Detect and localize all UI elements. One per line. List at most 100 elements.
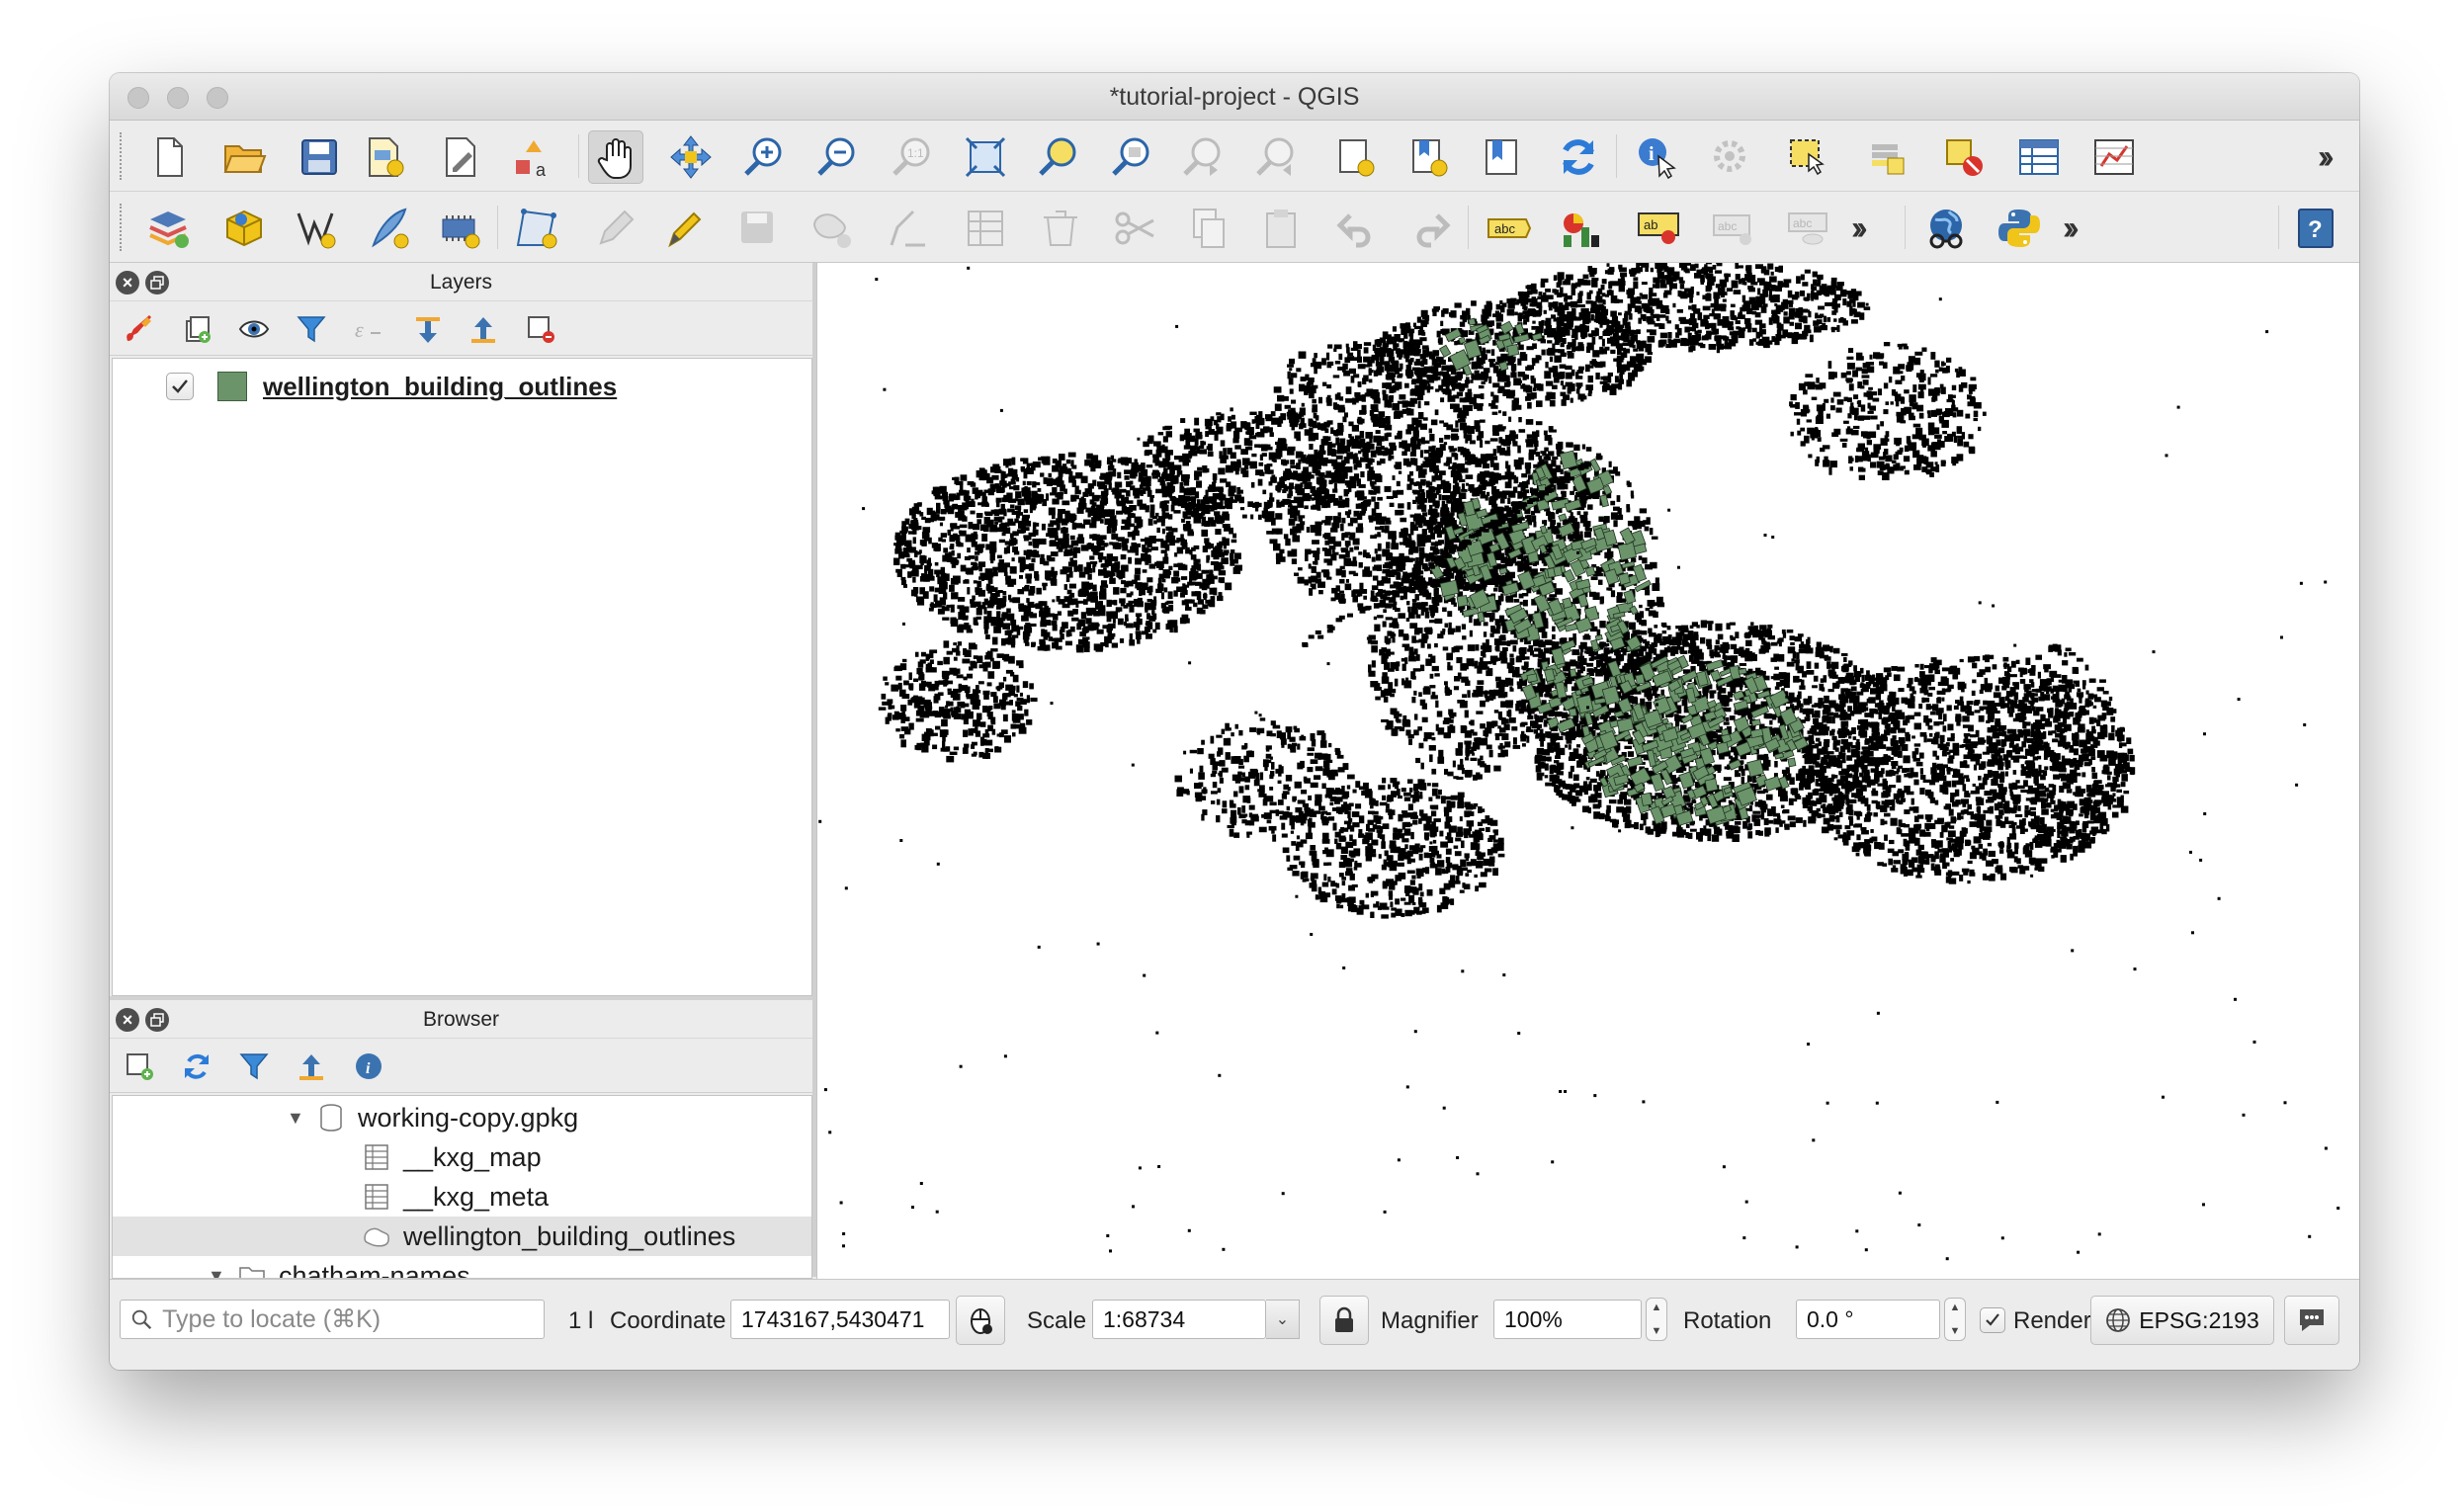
toolbar-overflow-button[interactable]: ››	[2063, 210, 2079, 248]
zoom-out-button[interactable]	[809, 130, 865, 184]
building-footprint	[1386, 382, 1393, 389]
toggle-editing-button[interactable]	[588, 202, 643, 255]
pin-labels-button[interactable]: ab	[1632, 202, 1687, 255]
current-edits-button[interactable]	[509, 202, 564, 255]
manage-visibility-button[interactable]	[234, 309, 274, 349]
select-features-button[interactable]	[1782, 130, 1837, 184]
new-project-button[interactable]	[141, 130, 197, 184]
building-footprint	[1164, 546, 1169, 550]
new-shapefile-layer-button[interactable]	[288, 202, 343, 255]
new-memory-layer-button[interactable]	[432, 202, 487, 255]
zoom-to-selection-button[interactable]	[1031, 130, 1086, 184]
browser-tree[interactable]: ▼ working-copy.gpkg __kxg_map __kxg_meta	[112, 1095, 812, 1279]
open-attribute-table-button[interactable]	[2011, 130, 2067, 184]
delete-selected-button[interactable]	[1033, 202, 1088, 255]
help-button[interactable]: ?	[2288, 202, 2343, 255]
layer-visibility-checkbox[interactable]	[166, 373, 194, 400]
temporal-controller-button[interactable]	[1474, 130, 1529, 184]
toolbar-grip[interactable]	[120, 132, 124, 180]
layout-manager-button[interactable]	[434, 130, 489, 184]
statistical-summary-button[interactable]	[2086, 130, 2142, 184]
zoom-native-button[interactable]: 1:1	[885, 130, 940, 184]
building-footprint	[1098, 600, 1103, 609]
remove-layer-button[interactable]	[521, 309, 560, 349]
building-footprint	[1506, 464, 1511, 472]
zoom-last-button[interactable]	[1177, 130, 1232, 184]
data-source-manager-button[interactable]	[141, 202, 197, 255]
show-hide-labels-button[interactable]: abc	[1782, 202, 1837, 255]
collapse-browser-button[interactable]	[292, 1047, 331, 1086]
paste-features-button[interactable]	[1254, 202, 1310, 255]
undo-button[interactable]	[1329, 202, 1385, 255]
toolbar-overflow-button[interactable]: ››	[1851, 210, 1867, 248]
add-group-button[interactable]	[177, 309, 216, 349]
layers-tree[interactable]: wellington_building_outlines	[112, 358, 812, 996]
select-by-value-button[interactable]	[1861, 130, 1916, 184]
refresh-button[interactable]	[1551, 130, 1606, 184]
highlight-pinned-labels-button[interactable]: abc	[1707, 202, 1762, 255]
expand-all-button[interactable]	[408, 309, 448, 349]
cut-features-button[interactable]	[1108, 202, 1163, 255]
building-footprint	[1809, 334, 1814, 343]
add-feature-button[interactable]	[804, 202, 859, 255]
toolbar-grip[interactable]	[120, 204, 124, 251]
building-footprint	[1433, 456, 1441, 463]
save-project-button[interactable]	[292, 130, 347, 184]
new-geopackage-layer-button[interactable]	[216, 202, 272, 255]
print-layout-button[interactable]	[357, 130, 412, 184]
building-footprint	[1610, 339, 1618, 347]
deselect-features-button[interactable]	[1936, 130, 1992, 184]
edit-attributes-button[interactable]	[958, 202, 1013, 255]
plugin-globe-button[interactable]	[1918, 202, 1974, 255]
filter-browser-button[interactable]	[234, 1047, 274, 1086]
properties-browser-button[interactable]: i	[349, 1047, 388, 1086]
new-spatialite-layer-button[interactable]	[361, 202, 416, 255]
new-bookmark-button[interactable]	[1327, 130, 1383, 184]
filter-legend-button[interactable]	[292, 309, 331, 349]
tree-item-wellington-building-outlines[interactable]: wellington_building_outlines	[113, 1217, 811, 1256]
layer-diagram-button[interactable]	[1555, 202, 1610, 255]
layer-item[interactable]: wellington_building_outlines	[166, 369, 617, 404]
digitize-button[interactable]	[657, 202, 713, 255]
expanded-triangle-icon[interactable]: ▼	[208, 1266, 237, 1279]
open-styling-button[interactable]	[120, 309, 159, 349]
toolbar-overflow-button[interactable]: ››	[2318, 138, 2334, 177]
zoom-next-button[interactable]	[1250, 130, 1306, 184]
save-edits-button[interactable]	[730, 202, 786, 255]
modify-attributes-button[interactable]	[881, 202, 936, 255]
building-footprint	[1035, 482, 1041, 486]
style-manager-button[interactable]: a	[505, 130, 560, 184]
tree-item-working-copy[interactable]: ▼ working-copy.gpkg	[287, 1098, 578, 1137]
add-selected-layers-button[interactable]	[120, 1047, 159, 1086]
zoom-to-layer-button[interactable]	[1104, 130, 1159, 184]
collapse-all-button[interactable]	[464, 309, 503, 349]
building-footprint	[1593, 363, 1598, 368]
building-footprint	[1354, 435, 1361, 440]
map-canvas[interactable]	[816, 263, 2359, 1279]
expanded-triangle-icon[interactable]: ▼	[287, 1108, 316, 1129]
show-bookmarks-button[interactable]	[1401, 130, 1456, 184]
identify-features-button[interactable]: i	[1630, 130, 1685, 184]
building-footprint	[941, 605, 945, 614]
zoom-full-button[interactable]	[958, 130, 1013, 184]
building-footprint	[1017, 589, 1025, 595]
redo-button[interactable]	[1402, 202, 1458, 255]
modify-attributes-icon	[890, 210, 925, 247]
layer-labeling-button[interactable]: abc	[1482, 202, 1537, 255]
tree-item-chatham-names[interactable]: ▼ chatham-names	[208, 1256, 470, 1279]
building-footprint	[1270, 411, 1276, 417]
python-console-button[interactable]	[1992, 202, 2047, 255]
pan-to-selection-button[interactable]	[663, 130, 719, 184]
tree-item-kxg-meta[interactable]: __kxg_meta	[362, 1177, 549, 1217]
tree-item-kxg-map[interactable]: __kxg_map	[362, 1137, 542, 1177]
open-project-button[interactable]	[216, 130, 272, 184]
building-footprint	[1591, 280, 1598, 288]
filter-by-expression-button[interactable]: ε	[349, 309, 388, 349]
building-outlines-map[interactable]	[817, 263, 2359, 1279]
building-footprint	[1784, 332, 1793, 338]
copy-features-button[interactable]	[1181, 202, 1236, 255]
zoom-in-button[interactable]	[736, 130, 792, 184]
run-action-button[interactable]	[1705, 130, 1760, 184]
refresh-browser-button[interactable]	[177, 1047, 216, 1086]
pan-map-button[interactable]	[588, 130, 643, 184]
